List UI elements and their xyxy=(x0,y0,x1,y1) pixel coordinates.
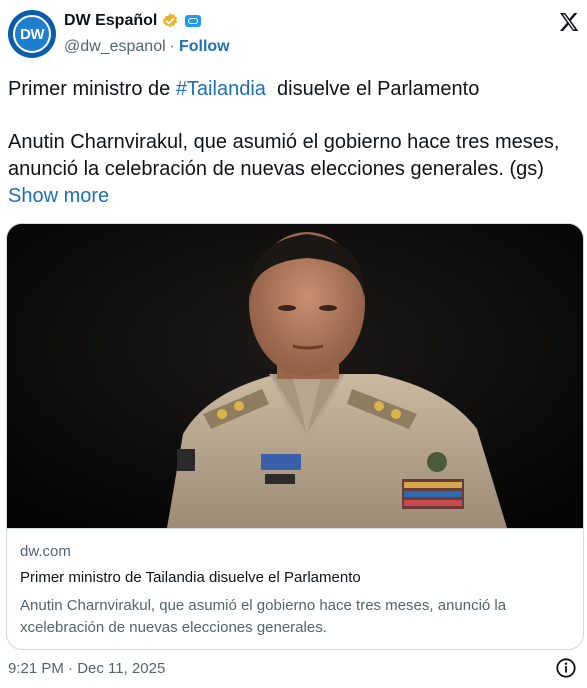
card-meta[interactable]: dw.com Primer ministro de Tailandia disu… xyxy=(7,528,583,636)
author-handle-row: @dw_espanol · Follow xyxy=(64,38,230,56)
separator-dot: · xyxy=(169,38,175,55)
author-name-row: DW Español xyxy=(64,12,202,30)
affiliate-badge-icon[interactable] xyxy=(185,15,202,27)
tweet-headline: Primer ministro de #Tailandia disuelve e… xyxy=(8,78,480,100)
show-more-link[interactable]: Show more xyxy=(8,185,109,207)
link-card[interactable]: dw.com Primer ministro de Tailandia disu… xyxy=(6,223,584,650)
avatar[interactable]: DW xyxy=(8,10,56,58)
card-image[interactable] xyxy=(7,224,583,528)
card-domain: dw.com xyxy=(20,543,71,560)
info-icon[interactable] xyxy=(555,657,577,679)
card-description: Anutin Charnvirakul, que asumió el gobie… xyxy=(20,597,507,636)
card-title[interactable]: Primer ministro de Tailandia disuelve el… xyxy=(20,569,361,586)
author-handle[interactable]: @dw_espanol xyxy=(64,38,166,56)
x-logo-icon[interactable] xyxy=(557,10,581,34)
tweet-header: DW DW Español @dw_espanol · Follow xyxy=(0,0,587,68)
dw-logo: DW xyxy=(13,15,51,53)
follow-button[interactable]: Follow xyxy=(179,38,230,56)
tweet-timestamp[interactable]: 9:21 PM · Dec 11, 2025 xyxy=(8,660,165,677)
tweet-body: Anutin Charnvirakul, que asumió el gobie… xyxy=(8,131,560,207)
author-display-name[interactable]: DW Español xyxy=(64,12,157,30)
hashtag-link[interactable]: #Tailandia xyxy=(176,78,266,100)
tweet-text: Primer ministro de #Tailandia disuelve e… xyxy=(8,76,578,210)
verified-badge-icon[interactable] xyxy=(161,12,179,30)
portrait-photo xyxy=(7,224,583,528)
